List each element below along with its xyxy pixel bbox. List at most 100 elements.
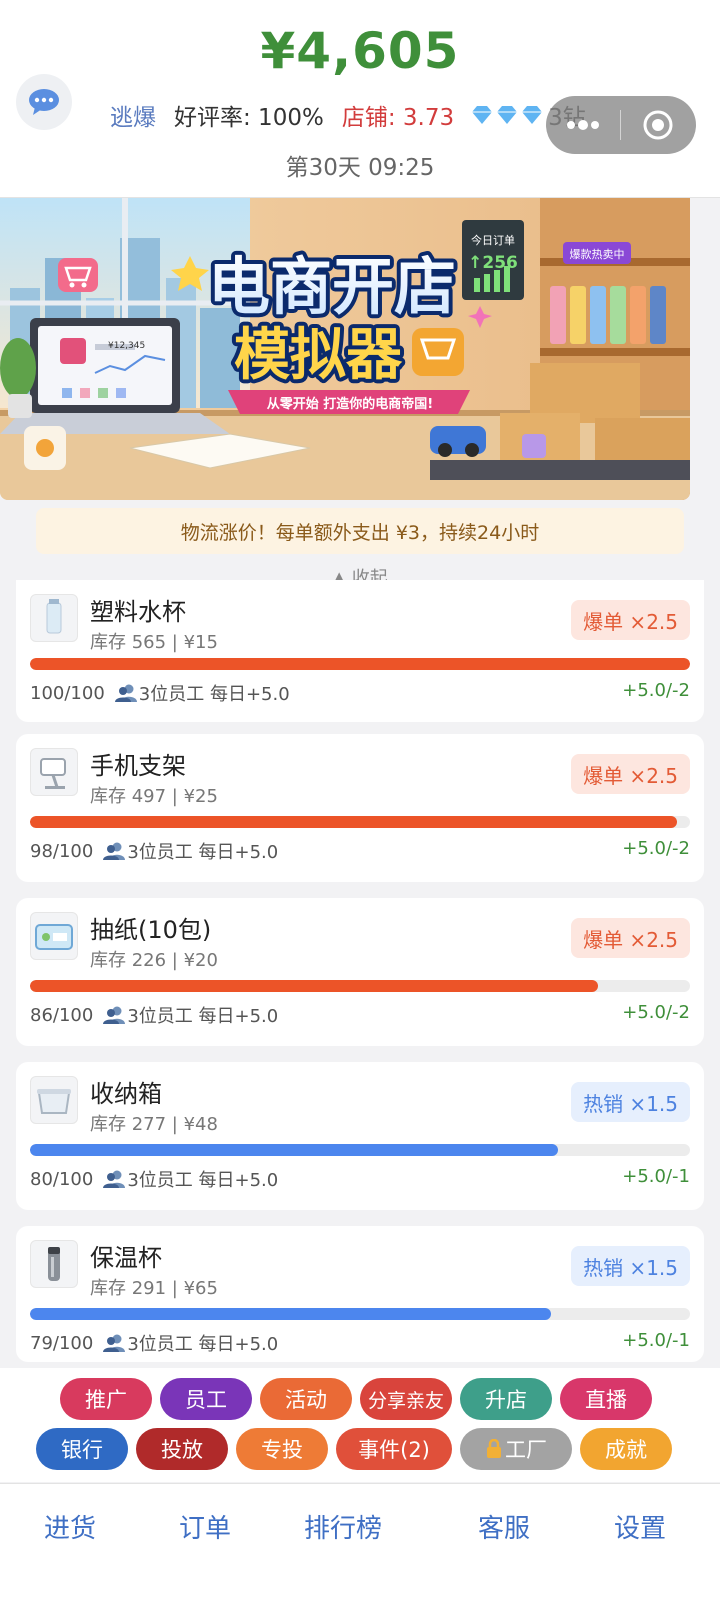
targeted-ad-button[interactable]: 专投 [236, 1428, 328, 1470]
staff-text: 3位员工 每日+5.0 [127, 1170, 279, 1191]
hot-sale-tag: 爆款热卖中 [570, 247, 625, 261]
ad-placement-button[interactable]: 投放 [136, 1428, 228, 1470]
product-stock: 库存 226 | ¥20 [90, 950, 218, 971]
progress-line: 79/100 3位员工 每日+5.0 [30, 1330, 278, 1356]
progress-line: 86/100 3位员工 每日+5.0 [30, 1002, 278, 1028]
shop-stats: 逃爆 好评率: 100% 店铺: 3.73 3钻 [110, 98, 586, 132]
progress-text: 80/100 [30, 1168, 94, 1190]
product-card[interactable]: 收纳箱 库存 277 | ¥48 热销 ×1.5 80/100 3位员工 每日+… [16, 1062, 704, 1210]
product-stock: 库存 277 | ¥48 [90, 1114, 218, 1135]
chat-button[interactable] [16, 74, 72, 130]
bottom-nav: 进货 订单 排行榜 客服 设置 [0, 1483, 720, 1600]
product-name: 收纳箱 [90, 1080, 162, 1108]
daily-rate: +5.0/-2 [622, 1002, 690, 1023]
product-card[interactable]: 手机支架 库存 497 | ¥25 爆单 ×2.5 98/100 3位员工 每日… [16, 734, 704, 882]
water-cup-thumbnail [30, 594, 78, 642]
target-circle-icon [643, 110, 673, 140]
product-stock: 库存 291 | ¥65 [90, 1278, 218, 1299]
miniprogram-capsule [546, 96, 696, 154]
banner-title-line2: 模拟器 [234, 323, 403, 388]
tissue-thumbnail [30, 912, 78, 960]
money-balance: ¥4,605 [260, 22, 460, 80]
shop-rating: 店铺: 3.73 [341, 105, 455, 131]
staff-info: 3位员工 每日+5.0 [103, 1002, 278, 1028]
progress-text: 79/100 [30, 1332, 94, 1354]
staff-info: 3位员工 每日+5.0 [103, 1166, 278, 1192]
staff-icon [114, 684, 137, 702]
staff-text: 3位员工 每日+5.0 [127, 842, 279, 863]
progress-bar [30, 658, 690, 670]
diamond-icons [470, 105, 544, 125]
banner-title-line1: 电商开店 [208, 250, 456, 323]
progress-text: 98/100 [30, 840, 94, 862]
more-menu-button[interactable] [546, 96, 620, 154]
events-button[interactable]: 事件(2) [336, 1428, 452, 1470]
more-dots-icon [567, 120, 599, 130]
nav-settings[interactable]: 设置 [580, 1508, 700, 1545]
progress-bar [30, 980, 690, 992]
staff-info: 3位员工 每日+5.0 [103, 838, 278, 864]
nav-leaderboard[interactable]: 排行榜 [283, 1508, 403, 1545]
daily-rate: +5.0/-1 [622, 1330, 690, 1351]
nav-restock[interactable]: 进货 [10, 1508, 130, 1545]
progress-fill [30, 1308, 552, 1320]
boost-tag: 爆单 ×2.5 [571, 600, 690, 640]
promote-button[interactable]: 推广 [60, 1378, 152, 1420]
diamond-icon [472, 106, 493, 124]
banner-illustration: 今日订单 ↑256 爆款热卖中 ¥12,345 电商开店 电商开店 模拟器 模拟… [0, 198, 690, 500]
diamond-icon [497, 106, 518, 124]
factory-label: 工厂 [505, 1438, 547, 1462]
daily-rate: +5.0/-1 [622, 1166, 690, 1187]
share-friends-button[interactable]: 分享亲友 [360, 1378, 452, 1420]
activity-button[interactable]: 活动 [260, 1378, 352, 1420]
boost-tag: 爆单 ×2.5 [571, 754, 690, 794]
nav-orders[interactable]: 订单 [145, 1508, 265, 1545]
product-stock: 库存 565 | ¥15 [90, 632, 218, 653]
phone-stand-icon [40, 758, 66, 789]
product-card[interactable]: 保温杯 库存 291 | ¥65 热销 ×1.5 79/100 3位员工 每日+… [16, 1226, 704, 1362]
game-banner: 今日订单 ↑256 爆款热卖中 ¥12,345 电商开店 电商开店 模拟器 模拟… [0, 198, 690, 500]
product-name: 保温杯 [90, 1244, 162, 1272]
progress-fill [30, 816, 677, 828]
product-name: 塑料水杯 [90, 598, 186, 626]
progress-fill [30, 980, 598, 992]
product-stock: 库存 497 | ¥25 [90, 786, 218, 807]
livestream-button[interactable]: 直播 [560, 1378, 652, 1420]
staff-text: 3位员工 每日+5.0 [138, 684, 290, 705]
close-miniprogram-button[interactable] [621, 96, 695, 154]
order-board-label: 今日订单 [471, 233, 515, 247]
thermos-icon [48, 1247, 60, 1281]
factory-button-locked[interactable]: 工厂 [460, 1428, 572, 1470]
staff-icon [103, 1006, 126, 1024]
staff-button[interactable]: 员工 [160, 1378, 252, 1420]
diamond-icon [522, 106, 543, 124]
game-day-time: 第30天 09:25 [285, 155, 435, 181]
achievements-button[interactable]: 成就 [580, 1428, 672, 1470]
staff-text: 3位员工 每日+5.0 [127, 1334, 279, 1355]
staff-text: 3位员工 每日+5.0 [127, 1006, 279, 1027]
praise-rate: 好评率: 100% [174, 105, 324, 131]
product-card[interactable]: 抽纸(10包) 库存 226 | ¥20 爆单 ×2.5 86/100 3位员工… [16, 898, 704, 1046]
storage-box-icon [37, 1089, 71, 1114]
nav-customer-service[interactable]: 客服 [444, 1508, 564, 1545]
order-board-value: ↑256 [468, 253, 518, 273]
thermos-thumbnail [30, 1240, 78, 1288]
staff-icon [103, 1170, 126, 1188]
banner-slogan: 从零开始 打造你的电商帝国! [267, 396, 433, 412]
product-name: 抽纸(10包) [90, 916, 212, 944]
chat-bubble-icon [29, 89, 59, 115]
phone-stand-thumbnail [30, 748, 78, 796]
boost-tag: 热销 ×1.5 [571, 1246, 690, 1286]
upgrade-shop-button[interactable]: 升店 [460, 1378, 552, 1420]
progress-fill [30, 658, 690, 670]
bank-button[interactable]: 银行 [36, 1428, 128, 1470]
product-card[interactable]: 塑料水杯 库存 565 | ¥15 爆单 ×2.5 100/100 3位员工 每… [16, 580, 704, 722]
staff-info: 3位员工 每日+5.0 [103, 1330, 278, 1356]
progress-line: 80/100 3位员工 每日+5.0 [30, 1166, 278, 1192]
staff-icon [103, 1334, 126, 1352]
progress-text: 86/100 [30, 1004, 94, 1026]
progress-bar [30, 1308, 690, 1320]
staff-icon [103, 842, 126, 860]
progress-fill [30, 1144, 558, 1156]
laptop-price: ¥12,345 [108, 341, 145, 351]
